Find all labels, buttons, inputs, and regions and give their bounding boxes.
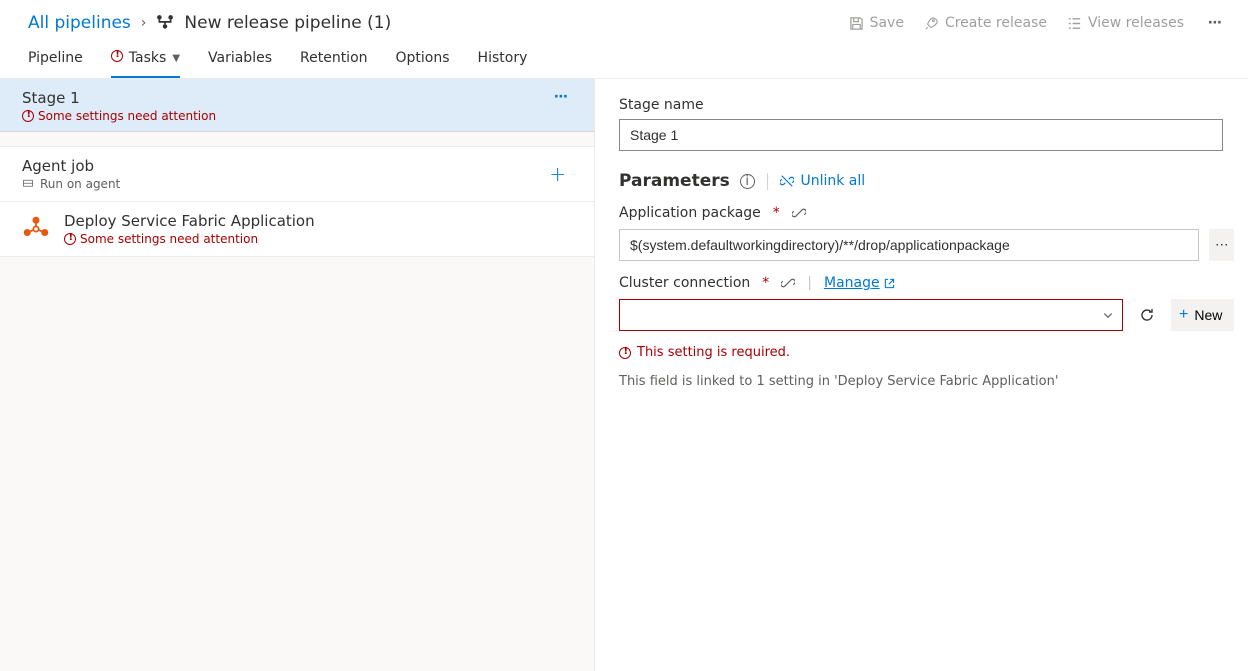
service-fabric-icon	[22, 215, 50, 243]
stage-warning: Some settings need attention	[22, 109, 216, 123]
cluster-label-row: Cluster connection * | Manage	[619, 275, 1224, 291]
cluster-hint-message: This field is linked to 1 setting in 'De…	[619, 374, 1224, 389]
view-releases-button[interactable]: View releases	[1067, 15, 1184, 31]
app-package-row: ⋯	[619, 229, 1224, 261]
plus-icon: +	[1179, 306, 1188, 324]
refresh-icon	[1139, 307, 1155, 323]
tab-tasks-label: Tasks	[129, 50, 167, 66]
rocket-icon	[924, 16, 939, 31]
stage-header-row[interactable]: Stage 1 Some settings need attention ⋯	[0, 79, 594, 132]
cluster-error-message: This setting is required.	[619, 345, 1224, 360]
task-warning: Some settings need attention	[64, 232, 315, 246]
stage-name-input[interactable]	[619, 119, 1223, 151]
manage-label: Manage	[824, 275, 880, 291]
link-icon[interactable]	[781, 276, 795, 290]
save-button[interactable]: Save	[849, 15, 904, 31]
tab-history-label: History	[478, 50, 528, 66]
list-icon	[1067, 16, 1082, 31]
task-warning-text: Some settings need attention	[80, 232, 258, 246]
task-title: Deploy Service Fabric Application	[64, 212, 315, 230]
agent-job-sub: Run on agent	[22, 177, 120, 191]
cluster-connection-row: + New	[619, 299, 1224, 331]
breadcrumb-root-link[interactable]: All pipelines	[28, 13, 131, 33]
link-icon[interactable]	[792, 206, 806, 220]
cluster-connection-label: Cluster connection	[619, 275, 750, 291]
info-icon[interactable]: i	[740, 174, 755, 189]
agent-job-row[interactable]: Agent job Run on agent +	[0, 146, 594, 202]
new-connection-button[interactable]: + New	[1171, 299, 1234, 331]
view-releases-label: View releases	[1088, 15, 1184, 31]
warning-icon	[22, 110, 34, 122]
cluster-error-text: This setting is required.	[637, 345, 790, 360]
tab-retention-label: Retention	[300, 50, 368, 66]
external-link-icon	[884, 278, 895, 289]
tab-options-label: Options	[396, 50, 450, 66]
parameters-title-text: Parameters	[619, 171, 730, 191]
header-bar: All pipelines › New release pipeline (1)…	[0, 0, 1248, 38]
pipeline-icon	[156, 14, 174, 32]
warning-icon	[619, 347, 631, 359]
breadcrumb: All pipelines › New release pipeline (1)	[28, 13, 391, 33]
left-panel: Stage 1 Some settings need attention ⋯ A…	[0, 79, 595, 671]
tab-history[interactable]: History	[478, 50, 528, 78]
pipeline-title: New release pipeline (1)	[184, 13, 391, 33]
save-icon	[849, 16, 864, 31]
tab-variables[interactable]: Variables	[208, 50, 272, 78]
unlink-icon	[780, 174, 794, 188]
stage-name: Stage 1	[22, 89, 216, 107]
unlink-all-link[interactable]: Unlink all	[780, 173, 865, 189]
save-label: Save	[870, 15, 904, 31]
chevron-down-icon: ▼	[172, 53, 180, 64]
tab-bar: Pipeline Tasks ▼ Variables Retention Opt…	[0, 38, 1248, 79]
cluster-connection-select[interactable]	[619, 299, 1123, 331]
agent-icon	[22, 178, 34, 190]
agent-job-title: Agent job	[22, 157, 120, 175]
refresh-button[interactable]	[1133, 299, 1161, 331]
create-release-label: Create release	[945, 15, 1047, 31]
warning-icon	[64, 233, 76, 245]
manage-link[interactable]: Manage	[824, 275, 895, 291]
parameters-heading: Parameters i | Unlink all	[619, 171, 1224, 191]
more-menu-button[interactable]: ⋯	[1204, 15, 1228, 31]
add-task-button[interactable]: +	[549, 162, 578, 186]
right-panel: Stage name Parameters i | Unlink all App…	[595, 79, 1248, 671]
tab-pipeline-label: Pipeline	[28, 50, 83, 66]
tab-variables-label: Variables	[208, 50, 272, 66]
body-split: Stage 1 Some settings need attention ⋯ A…	[0, 79, 1248, 671]
warning-icon	[111, 50, 123, 66]
agent-job-sub-text: Run on agent	[40, 177, 120, 191]
header-actions: Save Create release View releases ⋯	[849, 15, 1228, 31]
tab-options[interactable]: Options	[396, 50, 450, 78]
tab-retention[interactable]: Retention	[300, 50, 368, 78]
tab-tasks[interactable]: Tasks ▼	[111, 50, 180, 78]
stage-more-button[interactable]: ⋯	[554, 89, 578, 105]
app-package-label: Application package	[619, 205, 761, 221]
create-release-button[interactable]: Create release	[924, 15, 1047, 31]
stage-warning-text: Some settings need attention	[38, 109, 216, 123]
chevron-down-icon	[1102, 309, 1114, 321]
tab-pipeline[interactable]: Pipeline	[28, 50, 83, 78]
app-package-input[interactable]	[619, 229, 1199, 261]
app-package-label-row: Application package *	[619, 205, 1224, 221]
stage-name-label: Stage name	[619, 97, 1224, 113]
new-button-label: New	[1194, 307, 1222, 323]
app-package-more-button[interactable]: ⋯	[1209, 229, 1234, 261]
chevron-right-icon: ›	[141, 15, 147, 31]
unlink-all-label: Unlink all	[800, 173, 865, 189]
task-deploy-sf-row[interactable]: Deploy Service Fabric Application Some s…	[0, 202, 594, 257]
